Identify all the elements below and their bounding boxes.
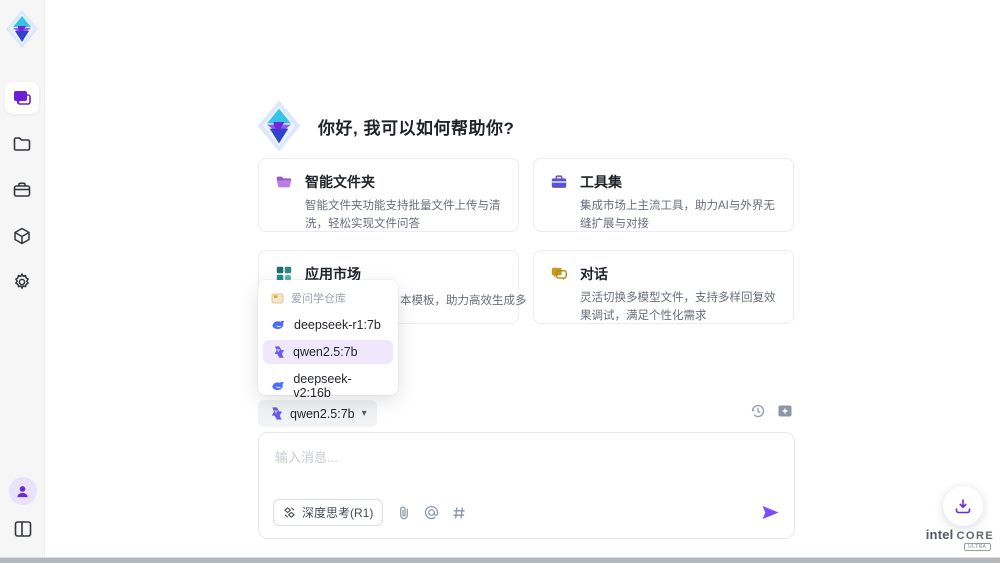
card-description: 智能文件夹功能支持批量文件上传与清洗，轻松实现文件问答 [275, 198, 502, 234]
card-description: 本模板，助力高效生成多 [400, 293, 527, 311]
card-dialogue[interactable]: 对话 灵活切换多模型文件，支持多样回复效果调试，满足个性化需求 [533, 250, 794, 324]
model-selector-label: qwen2.5:7b [290, 407, 355, 421]
intel-tier-text: ULTRA [964, 543, 991, 551]
card-title: 对话 [580, 264, 608, 284]
briefcase-icon [550, 173, 568, 191]
greeting: 你好, 我可以如何帮助你? [254, 98, 514, 154]
deep-think-toggle[interactable]: 深度思考(R1) [273, 499, 383, 526]
card-description: 灵活切换多模型文件，支持多样回复效果调试，满足个性化需求 [550, 290, 777, 326]
model-option-label: deepseek-r1:7b [294, 318, 381, 332]
panel-layout-icon [13, 520, 33, 538]
hash-icon [452, 506, 466, 520]
download-button[interactable] [943, 486, 983, 526]
sidebar-item-toolbox[interactable] [5, 174, 39, 206]
window-bottom-edge [0, 557, 1000, 563]
greeting-title: 你好, 我可以如何帮助你? [318, 114, 514, 139]
user-icon [15, 484, 30, 499]
user-avatar[interactable] [9, 477, 37, 505]
collapse-sidebar-button[interactable] [6, 515, 40, 543]
mention-button[interactable] [424, 505, 439, 520]
chat-icon [12, 88, 32, 108]
history-icon [750, 403, 766, 419]
app-logo-icon [254, 98, 304, 154]
card-smart-folder[interactable]: 智能文件夹 智能文件夹功能支持批量文件上传与清洗，轻松实现文件问答 [258, 158, 519, 232]
deepseek-whale-icon [271, 380, 285, 392]
gear-icon [12, 272, 32, 292]
card-title: 工具集 [580, 172, 622, 192]
model-option-label: deepseek-v2:16b [293, 372, 385, 400]
model-group: 爱问学仓库 [263, 286, 393, 310]
deep-think-label: 深度思考(R1) [302, 504, 373, 521]
deepseek-whale-icon [271, 319, 286, 331]
at-sign-icon [424, 505, 439, 520]
paperclip-icon [397, 505, 411, 520]
card-description: 集成市场上主流工具，助力AI与外界无缝扩展与对接 [550, 198, 777, 234]
model-dropdown: 爱问学仓库 deepseek-r1:7b qwen2.5:7b deepseek… [258, 280, 398, 395]
deep-think-icon [283, 506, 296, 519]
intel-brand-text: intel [926, 527, 954, 542]
model-option-qwen[interactable]: qwen2.5:7b [263, 340, 393, 364]
qwen-icon [271, 345, 285, 359]
sidebar-item-settings[interactable] [5, 266, 39, 298]
cube-icon [12, 226, 32, 246]
new-chat-button[interactable] [777, 403, 793, 419]
folder-icon [275, 173, 293, 191]
model-option-label: qwen2.5:7b [293, 345, 358, 359]
qwen-icon [268, 406, 283, 421]
sidebar-item-models[interactable] [5, 220, 39, 252]
model-group-label: 爱问学仓库 [291, 290, 346, 306]
chat-bubbles-icon [550, 265, 568, 283]
new-chat-plus-icon [777, 403, 793, 419]
message-composer: 深度思考(R1) [258, 432, 795, 539]
hashtag-button[interactable] [452, 506, 466, 520]
card-title: 智能文件夹 [305, 172, 375, 192]
intel-core-ultra-badge: intel CORE ULTRA [926, 527, 994, 551]
repository-icon [271, 293, 284, 304]
sidebar-item-chat[interactable] [5, 82, 39, 114]
briefcase-icon [12, 180, 32, 200]
chevron-down-icon: ▾ [362, 408, 367, 419]
app-logo-icon [4, 8, 40, 50]
send-button[interactable] [761, 504, 780, 521]
folder-icon [12, 134, 32, 154]
card-toolset[interactable]: 工具集 集成市场上主流工具，助力AI与外界无缝扩展与对接 [533, 158, 794, 232]
attach-file-button[interactable] [397, 505, 411, 520]
history-button[interactable] [750, 403, 766, 419]
message-input[interactable] [259, 433, 794, 485]
sidebar-item-folders[interactable] [5, 128, 39, 160]
model-option-deepseek-r1[interactable]: deepseek-r1:7b [263, 313, 393, 337]
intel-product-text: CORE [956, 530, 994, 542]
download-icon [954, 497, 972, 515]
sidebar [0, 0, 45, 557]
model-option-deepseek-v2[interactable]: deepseek-v2:16b [263, 367, 393, 405]
send-icon [761, 504, 780, 521]
